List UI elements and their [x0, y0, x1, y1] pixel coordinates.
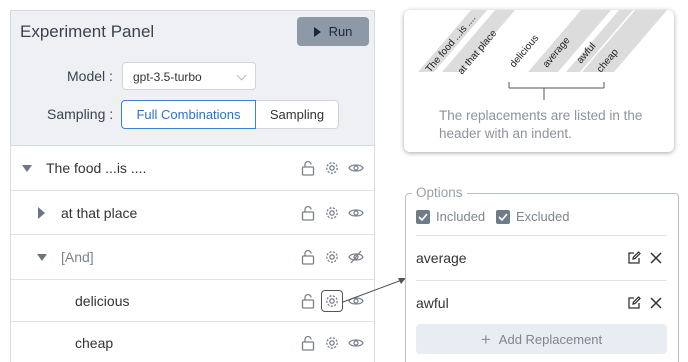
caret-down-icon[interactable] — [22, 165, 32, 172]
add-replacement-button[interactable]: + Add Replacement — [416, 324, 667, 354]
lock-icon[interactable] — [299, 248, 317, 266]
tree-row[interactable]: at that place — [11, 191, 374, 235]
tree-row[interactable]: [And] — [11, 235, 374, 280]
tree-row-label: delicious — [75, 292, 130, 309]
excluded-checkbox[interactable]: Excluded — [496, 209, 569, 224]
tree-row[interactable]: delicious — [11, 280, 374, 322]
sampling-option-sampling[interactable]: Sampling — [256, 100, 339, 129]
checkbox-checked-icon — [496, 209, 510, 224]
checkbox-checked-icon — [416, 209, 430, 224]
options-fieldset: Options Included Excluded average awful … — [405, 185, 679, 362]
callout-description: The replacements are listed in the heade… — [439, 108, 643, 141]
gear-icon[interactable] — [323, 248, 341, 266]
lock-icon[interactable] — [299, 334, 317, 352]
play-icon — [313, 26, 321, 37]
lock-icon[interactable] — [299, 204, 317, 222]
replacement-label: average — [416, 250, 467, 266]
replacement-row: awful — [416, 280, 667, 324]
model-select-value: gpt-3.5-turbo — [133, 70, 202, 84]
included-checkbox[interactable]: Included — [416, 209, 485, 224]
replacement-row: average — [416, 235, 667, 280]
lock-icon[interactable] — [299, 159, 317, 177]
sampling-segmented-control: Full Combinations Sampling — [121, 100, 339, 129]
gear-icon[interactable] — [323, 159, 341, 177]
header-callout: The food ...is .... at that place delici… — [404, 10, 674, 152]
model-select[interactable]: gpt-3.5-turbo — [122, 62, 256, 90]
eye-off-icon[interactable] — [347, 248, 365, 266]
sampling-option-full-combinations[interactable]: Full Combinations — [121, 100, 256, 129]
connector-arrow — [342, 278, 406, 303]
run-button-label: Run — [328, 24, 353, 39]
tree-row-label: cheap — [75, 334, 114, 351]
tree-row[interactable]: The food ...is .... — [11, 146, 374, 191]
lock-icon[interactable] — [299, 292, 317, 310]
caret-down-icon[interactable] — [37, 254, 47, 261]
tree-row-label: at that place — [61, 204, 138, 221]
run-button[interactable]: Run — [297, 17, 369, 46]
panel-header: Experiment Panel Run Model : gpt-3.5-tur… — [11, 11, 374, 146]
edit-icon[interactable] — [626, 295, 642, 311]
sampling-label: Sampling : — [47, 106, 114, 122]
included-label: Included — [436, 209, 486, 224]
caret-right-icon[interactable] — [38, 206, 45, 219]
edit-icon[interactable] — [626, 250, 642, 266]
eye-icon[interactable] — [347, 204, 365, 222]
eye-icon[interactable] — [347, 334, 365, 352]
tree-row-label: [And] — [61, 249, 94, 265]
add-replacement-label: Add Replacement — [498, 331, 603, 347]
panel-title: Experiment Panel — [20, 22, 155, 41]
gear-icon[interactable] — [323, 204, 341, 222]
excluded-label: Excluded — [516, 209, 570, 224]
gear-icon[interactable] — [323, 334, 341, 352]
chevron-down-icon — [236, 70, 247, 81]
options-legend: Options — [412, 185, 467, 200]
tree-row-label: The food ...is .... — [46, 160, 147, 176]
replacement-label: awful — [416, 294, 449, 311]
close-icon[interactable] — [648, 295, 664, 311]
tree-row[interactable]: cheap — [11, 322, 374, 362]
experiment-panel: Experiment Panel Run Model : gpt-3.5-tur… — [10, 10, 375, 362]
eye-icon[interactable] — [347, 159, 365, 177]
plus-icon: + — [480, 329, 491, 349]
close-icon[interactable] — [648, 250, 664, 266]
model-label: Model : — [67, 68, 113, 84]
